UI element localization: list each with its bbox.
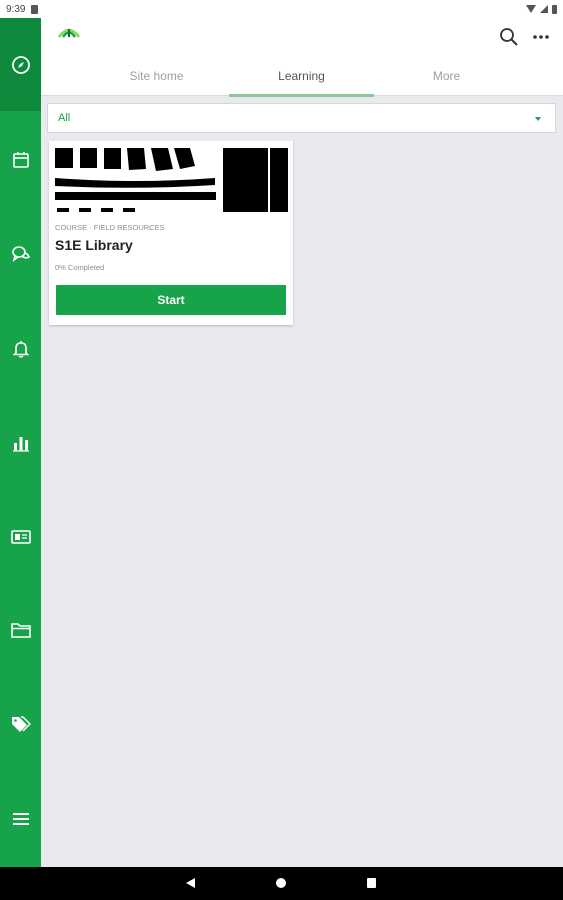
menu-icon xyxy=(12,813,29,825)
search-icon[interactable] xyxy=(499,27,519,47)
wifi-icon xyxy=(526,5,536,13)
filter-select-value: All xyxy=(58,112,71,124)
back-icon[interactable] xyxy=(186,878,195,888)
start-button[interactable]: Start xyxy=(56,285,286,315)
course-card[interactable]: COURSE · FIELD RESOURCES S1E Library 0% … xyxy=(49,141,293,325)
course-category: COURSE · FIELD RESOURCES xyxy=(55,223,165,232)
status-bar: 9:39 xyxy=(0,0,563,18)
home-icon[interactable] xyxy=(276,878,286,888)
bell-icon xyxy=(12,341,29,358)
recents-icon[interactable] xyxy=(367,878,376,888)
signal-icon xyxy=(540,5,548,13)
system-nav-bar xyxy=(0,867,563,900)
sidebar-item-tags[interactable] xyxy=(0,704,41,744)
status-time: 9:39 xyxy=(6,3,26,15)
course-title[interactable]: S1E Library xyxy=(55,237,133,253)
sidebar-item-notifications[interactable] xyxy=(0,329,41,369)
tab-bar: Site home Learning More xyxy=(41,56,563,97)
bar-chart-icon xyxy=(12,437,29,452)
app-logo xyxy=(57,28,81,38)
chevron-down-icon xyxy=(535,117,541,121)
tab-more[interactable]: More xyxy=(374,56,519,96)
sidebar-item-menu[interactable] xyxy=(0,799,41,839)
sidebar xyxy=(0,18,41,867)
sidebar-item-badges[interactable] xyxy=(0,517,41,557)
course-progress: 0% Completed xyxy=(55,263,105,272)
sim-card-icon xyxy=(31,4,39,14)
folder-icon xyxy=(10,623,31,638)
sidebar-item-files[interactable] xyxy=(0,610,41,650)
tab-learning[interactable]: Learning xyxy=(229,56,374,97)
chat-icon xyxy=(11,246,30,262)
tab-site-home[interactable]: Site home xyxy=(84,56,229,96)
sidebar-item-messages[interactable] xyxy=(0,234,41,274)
battery-icon xyxy=(552,4,557,14)
calendar-icon xyxy=(12,152,29,168)
course-thumbnail xyxy=(55,148,288,212)
sidebar-item-calendar[interactable] xyxy=(0,140,41,180)
more-options-icon[interactable] xyxy=(531,27,551,47)
tags-icon xyxy=(11,716,31,732)
sidebar-item-reports[interactable] xyxy=(0,423,41,463)
compass-icon xyxy=(11,55,30,74)
id-card-icon xyxy=(10,530,31,544)
sidebar-item-explore[interactable] xyxy=(0,18,41,111)
app-header xyxy=(41,18,563,56)
filter-select[interactable]: All xyxy=(47,103,556,133)
